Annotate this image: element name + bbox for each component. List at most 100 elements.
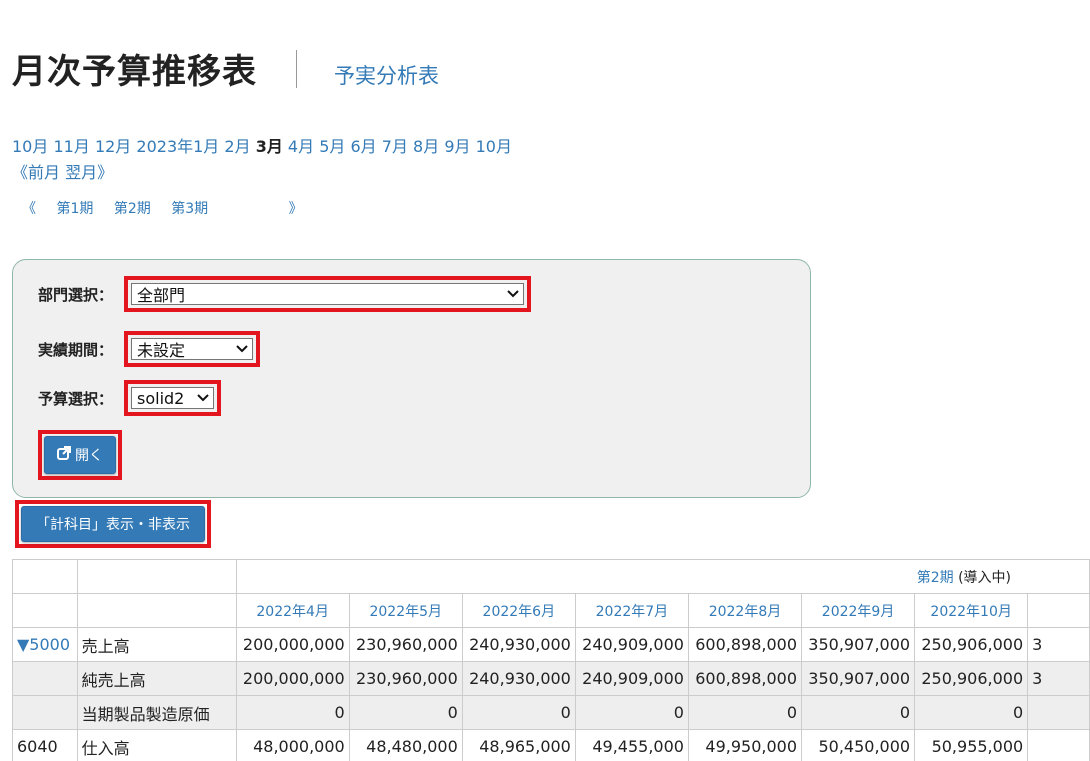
value-cell: 0 [914, 695, 1029, 730]
value-cell: 50,955,000 [914, 729, 1029, 761]
account-code-cell [12, 695, 78, 730]
value-cell: 240,909,000 [574, 627, 689, 662]
account-code-cell [12, 661, 78, 696]
value-cell: 0 [801, 695, 916, 730]
value-cell: 0 [235, 695, 350, 730]
budget-table-wrapper: 第2期 (導入中) 2022年4月 2022年5月 2022年6月 2022年7… [12, 559, 1090, 761]
month-link[interactable]: 6月 [350, 137, 376, 156]
value-cell: 350,907,000 [801, 627, 916, 662]
month-link[interactable]: 12月 [95, 137, 131, 156]
header-blank-cell [12, 559, 78, 594]
month-header [1027, 593, 1090, 628]
dept-row: 部門選択： 全部門 [38, 276, 531, 312]
toggle-highlight: 「計科目」表示・非表示 [15, 500, 211, 548]
account-name: 仕入高 [76, 729, 237, 761]
table-row: 純売上高 200,000,000 230,960,000 240,930,000… [12, 661, 1090, 696]
header-blank-cell [76, 559, 237, 594]
budget-row: 予算選択： solid2 [38, 380, 221, 416]
account-code-cell: 6040 [12, 729, 78, 761]
period-header: 第2期 (導入中) [235, 559, 1090, 594]
prev-month-link[interactable]: 《前月 [12, 163, 60, 182]
value-cell: 250,906,000 [914, 627, 1029, 662]
value-cell: 48,000,000 [235, 729, 350, 761]
table-row: 当期製品製造原価 0 0 0 0 0 0 0 [12, 695, 1090, 730]
month-link[interactable]: 10月 [12, 137, 48, 156]
open-button[interactable]: 開く [44, 436, 116, 474]
value-cell: 0 [348, 695, 463, 730]
period-header-note: (導入中) [953, 569, 1011, 586]
toggle-row: 「計科目」表示・非表示 [15, 500, 211, 548]
month-link[interactable]: 2月 [224, 137, 250, 156]
account-name: 当期製品製造原価 [76, 695, 237, 730]
account-name: 売上高 [76, 627, 237, 662]
month-header: 2022年10月 [914, 593, 1029, 628]
dept-highlight: 全部門 [124, 276, 531, 312]
page: 月次予算推移表 予実分析表 10月 11月 12月 2023年1月 2月 3月 … [0, 0, 1090, 761]
actual-period-highlight: 未設定 [124, 331, 260, 367]
month-link[interactable]: 8月 [413, 137, 439, 156]
month-header: 2022年5月 [348, 593, 463, 628]
toggle-total-items-button[interactable]: 「計科目」表示・非表示 [21, 506, 205, 542]
month-header: 2022年6月 [461, 593, 576, 628]
next-period-link[interactable]: 》 [289, 201, 303, 217]
budget-table: 第2期 (導入中) 2022年4月 2022年5月 2022年6月 2022年7… [12, 559, 1090, 761]
value-cell: 48,965,000 [461, 729, 576, 761]
open-row: 開く [38, 430, 122, 480]
month-link[interactable]: 5月 [319, 137, 345, 156]
month-link[interactable]: 7月 [382, 137, 408, 156]
month-link[interactable]: 2023年1月 [136, 137, 219, 156]
value-cell: 240,909,000 [574, 661, 689, 696]
prev-period-link[interactable]: 《 [22, 201, 36, 217]
budget-select[interactable]: solid2 [131, 387, 214, 409]
period-link[interactable]: 第2期 [114, 201, 151, 217]
header-blank-cell [12, 593, 78, 628]
month-header: 2022年7月 [574, 593, 689, 628]
month-link[interactable]: 10月 [476, 137, 512, 156]
value-cell: 0 [687, 695, 803, 730]
account-code-cell: ▼5000 [12, 627, 78, 662]
account-name: 純売上高 [76, 661, 237, 696]
period-header-link[interactable]: 第2期 [917, 570, 954, 586]
period-link[interactable]: 第1期 [56, 201, 93, 217]
month-link[interactable]: 4月 [288, 137, 314, 156]
value-cell: 350,907,000 [801, 661, 916, 696]
title-divider [296, 50, 297, 88]
month-link[interactable]: 9月 [444, 137, 470, 156]
month-header: 2022年9月 [801, 593, 916, 628]
table-row: ▼5000 売上高 200,000,000 230,960,000 240,93… [12, 627, 1090, 662]
table-row: 6040 仕入高 48,000,000 48,480,000 48,965,00… [12, 729, 1090, 761]
value-cell-partial [1027, 695, 1090, 730]
value-cell: 200,000,000 [235, 627, 350, 662]
header-blank-cell [76, 593, 237, 628]
month-link[interactable]: 11月 [53, 137, 89, 156]
period-link[interactable]: 第3期 [171, 201, 208, 217]
value-cell: 240,930,000 [461, 661, 576, 696]
table-header-period-row: 第2期 (導入中) [12, 559, 1090, 594]
value-cell: 49,950,000 [687, 729, 803, 761]
page-title: 月次予算推移表 [12, 52, 257, 92]
value-cell: 240,930,000 [461, 627, 576, 662]
value-cell: 250,906,000 [914, 661, 1029, 696]
dept-select-value: 全部門 [137, 286, 186, 305]
value-cell: 0 [574, 695, 689, 730]
dept-select[interactable]: 全部門 [131, 283, 524, 305]
account-code-toggle[interactable]: ▼5000 [17, 635, 70, 654]
value-cell-partial: 3 [1027, 627, 1090, 662]
value-cell: 48,480,000 [348, 729, 463, 761]
month-nav: 10月 11月 12月 2023年1月 2月 3月 4月 5月 6月 7月 8月… [12, 133, 512, 157]
next-month-link[interactable]: 翌月》 [65, 163, 113, 182]
actual-period-select[interactable]: 未設定 [131, 338, 253, 360]
budget-actual-analysis-link[interactable]: 予実分析表 [334, 60, 439, 90]
value-cell: 230,960,000 [348, 661, 463, 696]
value-cell-partial: 3 [1027, 661, 1090, 696]
value-cell: 600,898,000 [687, 627, 803, 662]
open-highlight: 開く [38, 430, 122, 480]
budget-highlight: solid2 [124, 380, 221, 416]
open-button-label: 開く [75, 448, 103, 464]
value-cell-partial [1027, 729, 1090, 761]
month-header: 2022年8月 [687, 593, 803, 628]
value-cell: 600,898,000 [687, 661, 803, 696]
actual-period-row: 実績期間： 未設定 [38, 331, 260, 367]
prev-next-nav: 《前月 翌月》 [12, 159, 113, 183]
budget-label: 予算選択： [38, 389, 114, 408]
